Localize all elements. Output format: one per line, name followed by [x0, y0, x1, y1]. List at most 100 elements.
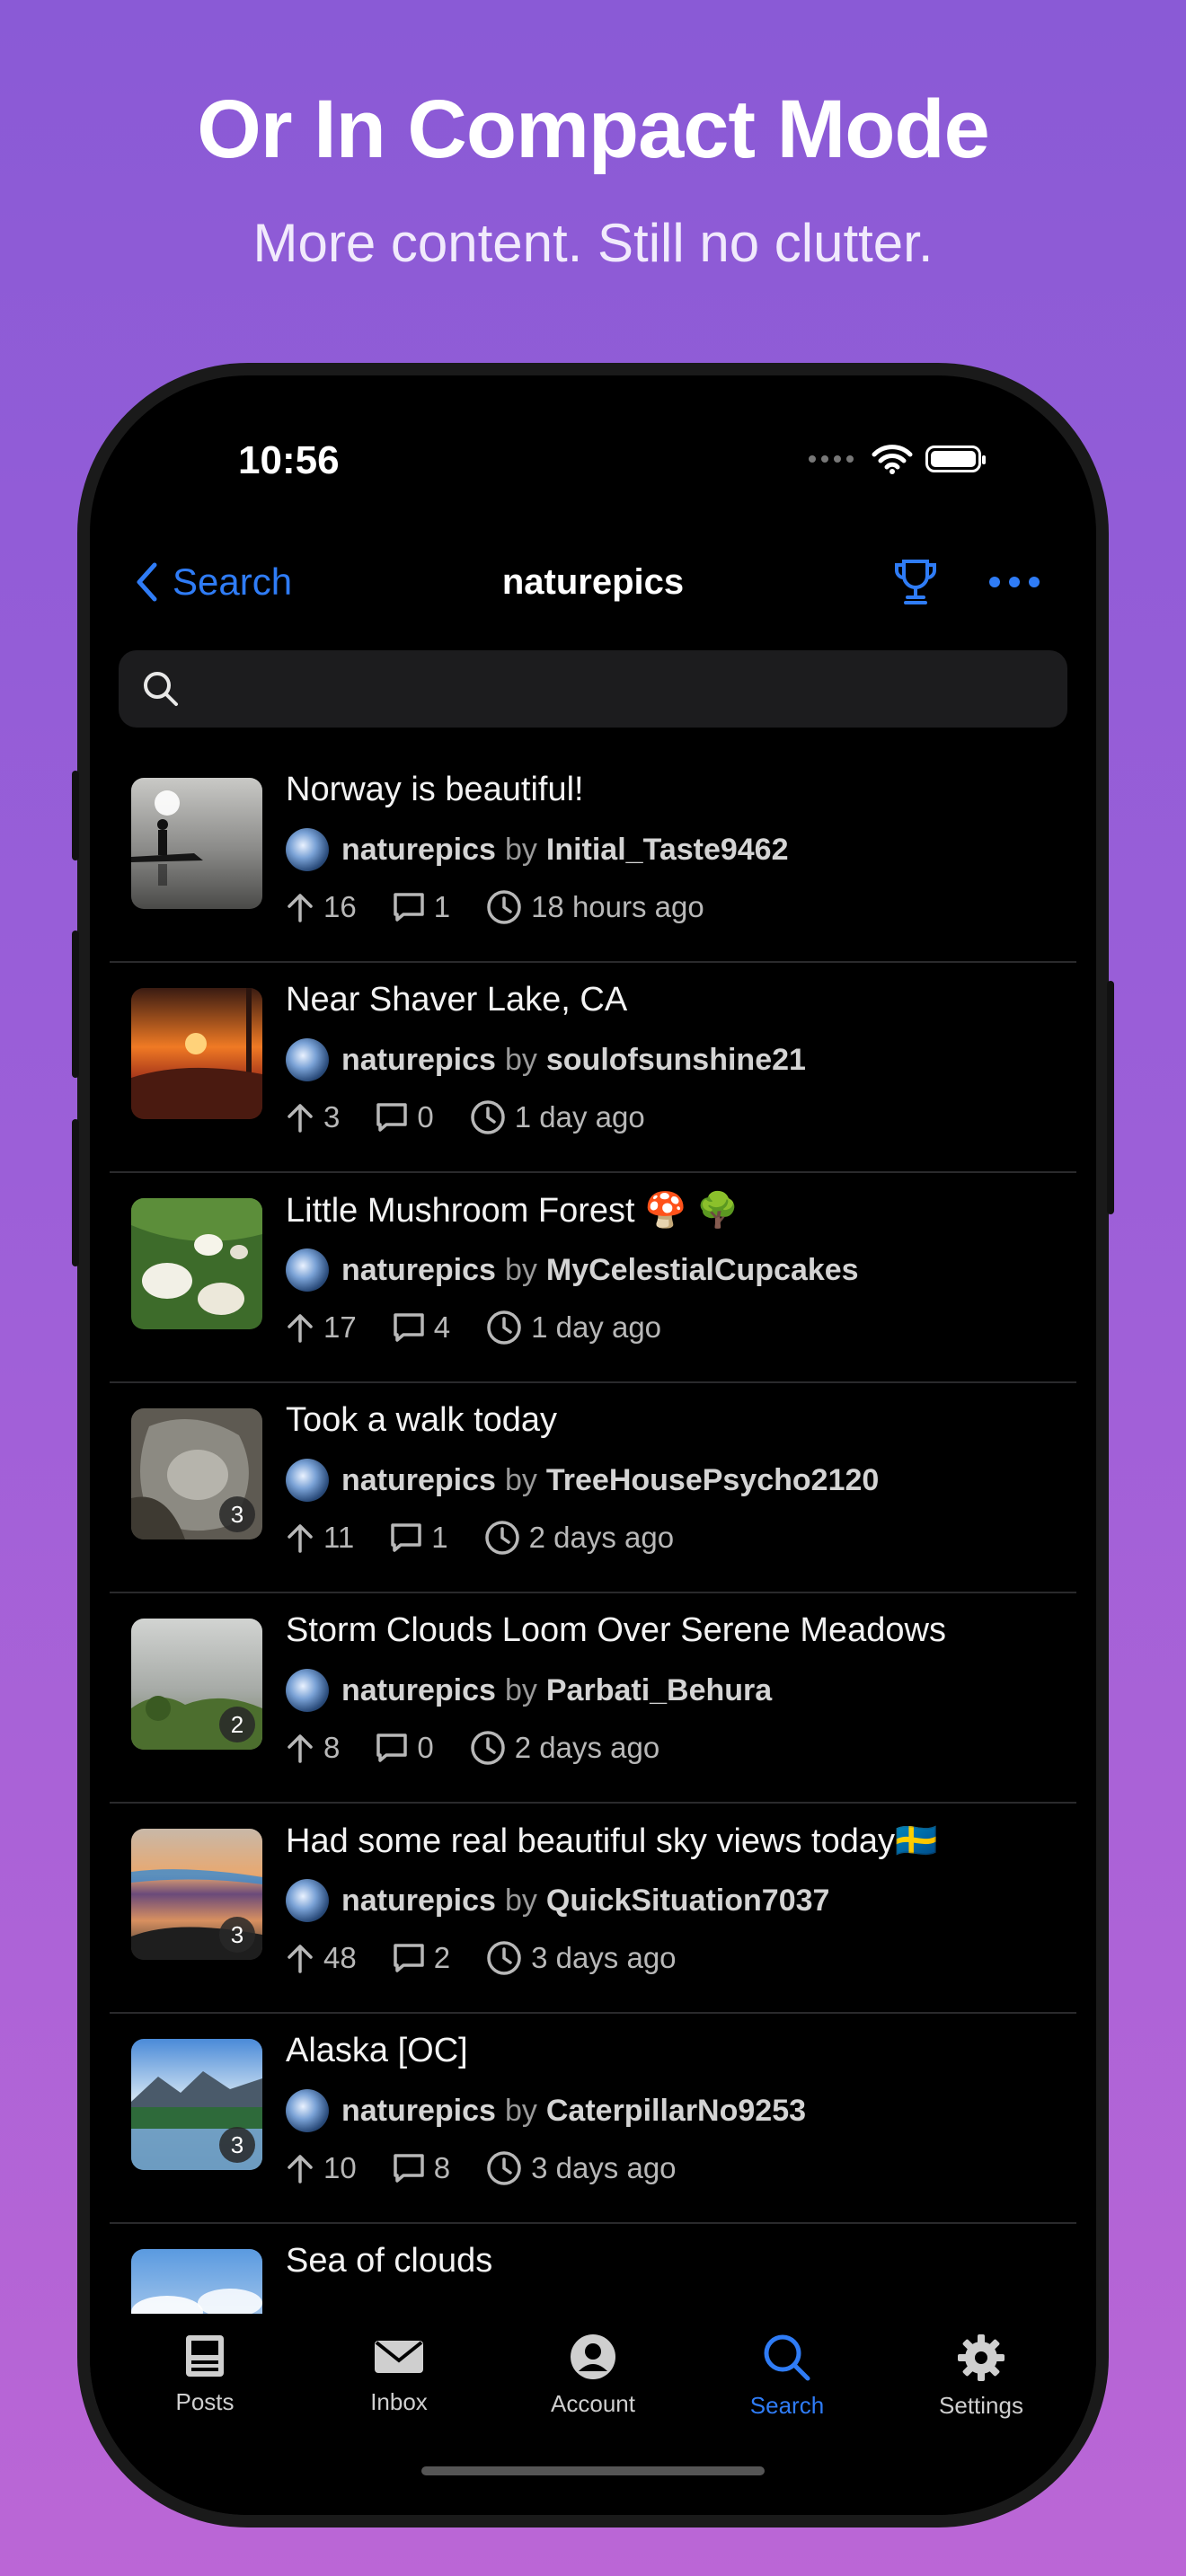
- community-name[interactable]: naturepics: [341, 1253, 496, 1288]
- clock-icon: [487, 1941, 521, 1975]
- tab-search[interactable]: Search: [697, 2333, 877, 2420]
- author-name[interactable]: CaterpillarNo9253: [546, 2094, 806, 2129]
- posts-icon: [186, 2335, 224, 2377]
- comment-stat[interactable]: 1: [390, 1521, 448, 1555]
- author-name[interactable]: soulofsunshine21: [546, 1043, 806, 1078]
- post-row[interactable]: Sea of clouds: [110, 2224, 1076, 2314]
- post-title[interactable]: Near Shaver Lake, CA: [286, 981, 627, 1019]
- community-avatar: [286, 1669, 329, 1712]
- nav-actions: [893, 546, 1040, 618]
- by-label: by: [504, 2093, 537, 2128]
- upvote-stat[interactable]: 8: [286, 1731, 340, 1765]
- search-input[interactable]: [119, 650, 1067, 728]
- upvote-count: 16: [323, 890, 357, 923]
- community-avatar: [286, 1879, 329, 1922]
- status-icons: [809, 444, 986, 474]
- clock-icon: [484, 1521, 519, 1555]
- post-thumbnail[interactable]: [131, 778, 262, 909]
- post-row[interactable]: Near Shaver Lake, CA naturepics by soulo…: [110, 963, 1076, 1173]
- upvote-stat[interactable]: 11: [286, 1521, 354, 1555]
- arrow-up-icon: [288, 1734, 313, 1763]
- post-row[interactable]: Little Mushroom Forest 🍄 🌳 naturepics by…: [110, 1173, 1076, 1383]
- author-name[interactable]: Initial_Taste9462: [546, 833, 789, 868]
- community-avatar: [286, 828, 329, 871]
- post-stats: 8 0 2 days ago: [286, 1726, 695, 1769]
- post-thumbnail[interactable]: [131, 988, 262, 1119]
- comment-icon: [376, 1103, 408, 1132]
- trophy-icon[interactable]: [893, 558, 938, 606]
- community-avatar: [286, 2089, 329, 2132]
- post-row[interactable]: 3 Had some real beautiful sky views toda…: [110, 1804, 1076, 2014]
- wifi-icon: [872, 445, 913, 474]
- post-stats: 48 2 3 days ago: [286, 1936, 712, 1980]
- comment-stat[interactable]: 0: [376, 1100, 434, 1134]
- inbox-icon: [375, 2341, 423, 2373]
- post-thumbnail[interactable]: [131, 2249, 262, 2314]
- post-title[interactable]: Little Mushroom Forest 🍄 🌳: [286, 1191, 739, 1231]
- tab-account[interactable]: Account: [503, 2333, 683, 2418]
- phone-side-button: [72, 1119, 79, 1266]
- post-thumbnail[interactable]: [131, 1198, 262, 1329]
- post-age: 1 day ago: [531, 1310, 662, 1344]
- post-stats: 10 8 3 days ago: [286, 2147, 712, 2190]
- post-title[interactable]: Took a walk today: [286, 1401, 557, 1440]
- image-count-badge: 2: [219, 1707, 255, 1742]
- more-icon[interactable]: [988, 576, 1040, 588]
- status-time: 10:56: [238, 438, 340, 482]
- tab-settings[interactable]: Settings: [891, 2333, 1071, 2420]
- post-title[interactable]: Had some real beautiful sky views today🇸…: [286, 1822, 937, 1861]
- post-list[interactable]: Norway is beautiful! naturepics by Initi…: [90, 753, 1096, 2314]
- upvote-stat[interactable]: 16: [286, 890, 357, 924]
- community-name[interactable]: naturepics: [341, 833, 496, 868]
- author-name[interactable]: QuickSituation7037: [546, 1883, 830, 1919]
- community-name[interactable]: naturepics: [341, 1673, 496, 1708]
- upvote-stat[interactable]: 48: [286, 1941, 357, 1975]
- arrow-up-icon: [288, 1104, 313, 1133]
- post-title[interactable]: Sea of clouds: [286, 2242, 492, 2280]
- community-name[interactable]: naturepics: [341, 1883, 496, 1919]
- tab-inbox[interactable]: Inbox: [309, 2333, 489, 2416]
- post-row[interactable]: 3 Alaska [OC] naturepics by CaterpillarN…: [110, 2014, 1076, 2224]
- author-name[interactable]: Parbati_Behura: [546, 1673, 772, 1708]
- author-name[interactable]: TreeHousePsycho2120: [546, 1463, 879, 1498]
- home-indicator[interactable]: [421, 2466, 765, 2475]
- upvote-stat[interactable]: 3: [286, 1100, 340, 1134]
- post-thumbnail[interactable]: 2: [131, 1619, 262, 1750]
- post-thumbnail[interactable]: 3: [131, 1829, 262, 1960]
- community-name[interactable]: naturepics: [341, 2094, 496, 2129]
- post-thumbnail[interactable]: 3: [131, 1408, 262, 1539]
- comment-icon: [393, 1944, 424, 1972]
- post-age: 1 day ago: [514, 1100, 645, 1134]
- author-name[interactable]: MyCelestialCupcakes: [546, 1253, 859, 1288]
- comment-count: 1: [431, 1521, 448, 1554]
- post-row[interactable]: 3 Took a walk today naturepics by TreeHo…: [110, 1383, 1076, 1593]
- comment-icon: [393, 893, 424, 922]
- arrow-up-icon: [288, 1314, 313, 1343]
- comment-stat[interactable]: 8: [393, 2151, 450, 2185]
- post-meta: naturepics by MyCelestialCupcakes: [286, 1248, 859, 1292]
- post-thumbnail[interactable]: 3: [131, 2039, 262, 2170]
- community-name[interactable]: naturepics: [341, 1043, 496, 1078]
- clock-icon: [487, 890, 521, 924]
- comment-count: 1: [433, 890, 451, 923]
- post-row[interactable]: Norway is beautiful! naturepics by Initi…: [110, 753, 1076, 963]
- post-stats: 3 0 1 day ago: [286, 1096, 681, 1139]
- tab-label: Inbox: [370, 2388, 428, 2415]
- post-title[interactable]: Norway is beautiful!: [286, 771, 584, 809]
- clock-icon: [470, 1731, 505, 1765]
- comment-stat[interactable]: 4: [393, 1310, 450, 1345]
- post-title[interactable]: Alaska [OC]: [286, 2032, 468, 2070]
- comment-count: 4: [433, 1310, 451, 1344]
- post-row[interactable]: 2 Storm Clouds Loom Over Serene Meadows …: [110, 1593, 1076, 1804]
- upvote-stat[interactable]: 17: [286, 1310, 357, 1345]
- post-age: 18 hours ago: [531, 890, 704, 923]
- post-title[interactable]: Storm Clouds Loom Over Serene Meadows: [286, 1611, 946, 1650]
- comment-icon: [376, 1734, 408, 1762]
- tab-posts[interactable]: Posts: [115, 2333, 295, 2416]
- upvote-stat[interactable]: 10: [286, 2151, 357, 2185]
- comment-stat[interactable]: 0: [376, 1731, 434, 1765]
- comment-stat[interactable]: 2: [393, 1941, 450, 1975]
- phone-side-button: [72, 771, 79, 860]
- community-name[interactable]: naturepics: [341, 1463, 496, 1498]
- comment-stat[interactable]: 1: [393, 890, 450, 924]
